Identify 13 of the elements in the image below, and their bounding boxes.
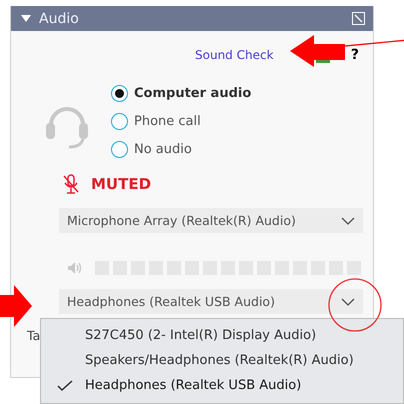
microphone-dropdown[interactable]: Microphone Array (Realtek(R) Audio): [59, 208, 363, 233]
audio-option[interactable]: Phone call: [111, 113, 252, 130]
help-icon[interactable]: ?: [350, 47, 359, 63]
muted-status: MUTED: [91, 175, 152, 193]
panel-title: Audio: [39, 10, 80, 26]
sound-check-link[interactable]: Sound Check: [195, 48, 274, 62]
audio-option[interactable]: No audio: [111, 141, 252, 158]
menu-item[interactable]: Headphones (Realtek USB Audio): [41, 373, 403, 398]
menu-item[interactable]: Speakers/Headphones (Realtek(R) Audio): [41, 348, 403, 373]
speaker-dropdown[interactable]: Headphones (Realtek USB Audio): [59, 289, 363, 314]
audio-option[interactable]: Computer audio: [111, 85, 252, 102]
cut-label: Ta: [27, 328, 40, 343]
menu-item[interactable]: S27C450 (2- Intel(R) Display Audio): [41, 323, 403, 348]
